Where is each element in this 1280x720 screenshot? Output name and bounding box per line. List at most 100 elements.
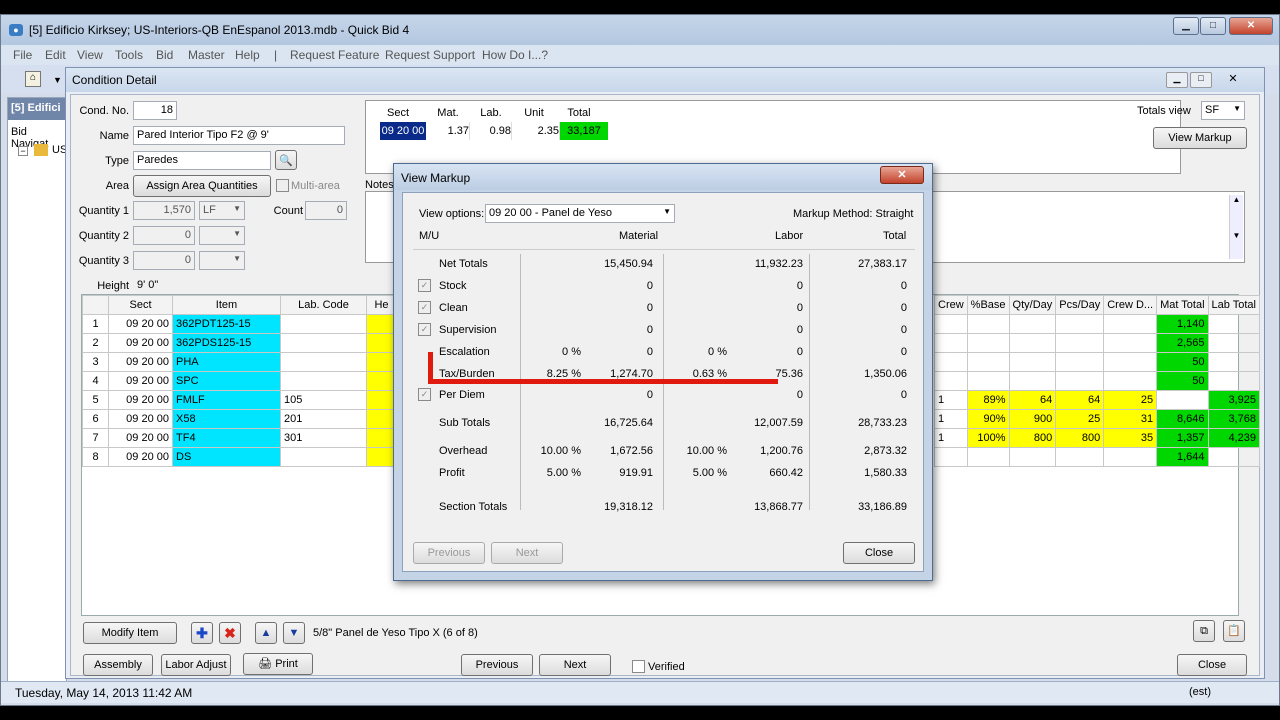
menu-edit[interactable]: Edit bbox=[45, 48, 66, 62]
grid-cell-right[interactable] bbox=[1103, 314, 1158, 334]
grid-cell-right[interactable]: 4,239 bbox=[1207, 428, 1260, 448]
print-button[interactable]: 🖨 Print bbox=[243, 653, 313, 675]
grid-cell-height[interactable] bbox=[366, 314, 397, 334]
grid-col-base[interactable]: %Base bbox=[966, 295, 1010, 315]
height-field[interactable]: 9' 0" bbox=[133, 276, 177, 295]
grid-cell-right[interactable]: 1,357 bbox=[1156, 428, 1209, 448]
count-field[interactable]: 0 bbox=[305, 201, 347, 220]
table-row[interactable]: 2,565 bbox=[934, 333, 1260, 353]
grid-cell-item[interactable]: SPC bbox=[172, 371, 281, 391]
view-options-select[interactable]: 09 20 00 - Panel de Yeso ▼ bbox=[485, 204, 675, 223]
assembly-button[interactable]: Assembly bbox=[83, 654, 153, 676]
maximize-child-button[interactable]: □ bbox=[1190, 72, 1212, 88]
grid-cell-item[interactable]: PHA bbox=[172, 352, 281, 372]
move-up-button[interactable]: ▲ bbox=[255, 622, 277, 644]
menu-view[interactable]: View bbox=[77, 48, 103, 62]
grid-cell-right[interactable]: 800 bbox=[1055, 428, 1105, 448]
grid-cell-right[interactable] bbox=[966, 447, 1010, 467]
maximize-button[interactable]: □ bbox=[1200, 17, 1226, 35]
grid-cell-right[interactable] bbox=[966, 333, 1010, 353]
grid-cell-right[interactable]: 1,140 bbox=[1156, 314, 1209, 334]
table-row[interactable]: 7 09 20 00 TF4 301 bbox=[82, 428, 397, 448]
quantity1-field[interactable]: 1,570 bbox=[133, 201, 195, 220]
table-row[interactable]: 2 09 20 00 362PDS125-15 bbox=[82, 333, 397, 353]
grid-cell-right[interactable] bbox=[1103, 447, 1158, 467]
grid-cell-labcode[interactable] bbox=[280, 371, 367, 391]
grid-cell-item[interactable]: DS bbox=[172, 447, 281, 467]
grid-cell-item[interactable]: 362PDT125-15 bbox=[172, 314, 281, 334]
grid-cell-right[interactable] bbox=[934, 447, 968, 467]
grid-cell-right[interactable]: 800 bbox=[1008, 428, 1057, 448]
grid-cell-right[interactable]: 1 bbox=[934, 390, 968, 410]
dropdown-arrow-icon[interactable]: ▼ bbox=[53, 75, 62, 85]
grid-cell-right[interactable] bbox=[1008, 447, 1057, 467]
grid-cell-height[interactable] bbox=[366, 371, 397, 391]
grid-cell-right[interactable] bbox=[1103, 371, 1158, 391]
menu-tools[interactable]: Tools bbox=[115, 48, 143, 62]
menu-master[interactable]: Master bbox=[188, 48, 225, 62]
grid-cell-labcode[interactable] bbox=[280, 333, 367, 353]
grid-cell-right[interactable]: 25 bbox=[1055, 409, 1105, 429]
grid-cell-right[interactable] bbox=[1055, 333, 1105, 353]
grid-cell-right[interactable]: 25 bbox=[1103, 390, 1158, 410]
markup-row-checkbox[interactable]: ✓ bbox=[418, 279, 431, 292]
cond-no-field[interactable]: 18 bbox=[133, 101, 177, 120]
grid-cell-right[interactable] bbox=[1156, 390, 1209, 410]
type-search-button[interactable]: 🔍 bbox=[275, 150, 297, 170]
grid-cell-right[interactable] bbox=[1207, 371, 1260, 391]
table-row[interactable]: 1 90% 900 25 31 8,646 3,768 bbox=[934, 409, 1260, 429]
grid-cell-right[interactable] bbox=[1008, 371, 1057, 391]
grid-cell-sect[interactable]: 09 20 00 bbox=[108, 352, 173, 372]
grid-cell-labcode[interactable]: 301 bbox=[280, 428, 367, 448]
grid-cell-right[interactable] bbox=[1055, 314, 1105, 334]
add-item-button[interactable]: ✚ bbox=[191, 622, 213, 644]
table-row[interactable]: 50 bbox=[934, 371, 1260, 391]
name-field[interactable]: Pared Interior Tipo F2 @ 9' bbox=[133, 126, 345, 145]
grid-cell-num[interactable]: 7 bbox=[82, 428, 109, 448]
grid-cell-right[interactable]: 50 bbox=[1156, 352, 1209, 372]
grid-cell-right[interactable] bbox=[934, 371, 968, 391]
labor-adjust-button[interactable]: Labor Adjust bbox=[161, 654, 231, 676]
grid-cell-num[interactable]: 1 bbox=[82, 314, 109, 334]
menu-request-support[interactable]: Request Support bbox=[385, 48, 475, 62]
grid-cell-height[interactable] bbox=[366, 390, 397, 410]
totals-view-select[interactable]: SF ▼ bbox=[1201, 101, 1245, 120]
grid-cell-labcode[interactable] bbox=[280, 447, 367, 467]
quantity1-unit-select[interactable]: LF ▼ bbox=[199, 201, 245, 220]
grid-cell-right[interactable]: 89% bbox=[966, 390, 1010, 410]
table-row[interactable]: 5 09 20 00 FMLF 105 bbox=[82, 390, 397, 410]
grid-cell-right[interactable] bbox=[1207, 333, 1260, 353]
menu-bid[interactable]: Bid bbox=[156, 48, 173, 62]
grid-cell-height[interactable] bbox=[366, 428, 397, 448]
grid-cell-num[interactable]: 8 bbox=[82, 447, 109, 467]
grid-cell-height[interactable] bbox=[366, 409, 397, 429]
grid-cell-right[interactable]: 1 bbox=[934, 409, 968, 429]
grid-cell-right[interactable]: 1 bbox=[934, 428, 968, 448]
grid-cell-right[interactable] bbox=[1055, 447, 1105, 467]
close-child-button[interactable]: ✕ bbox=[1222, 72, 1244, 88]
grid-cell-sect[interactable]: 09 20 00 bbox=[108, 333, 173, 353]
grid-cell-right[interactable]: 1,644 bbox=[1156, 447, 1209, 467]
grid-col-labcode[interactable]: Lab. Code bbox=[280, 295, 367, 315]
grid-cell-right[interactable] bbox=[934, 352, 968, 372]
type-field[interactable]: Paredes bbox=[133, 151, 271, 170]
markup-row-checkbox[interactable]: ✓ bbox=[418, 301, 431, 314]
delete-item-button[interactable]: ✖ bbox=[219, 622, 241, 644]
dialog-close-x-button[interactable]: ✕ bbox=[880, 166, 924, 184]
grid-col-labtotal[interactable]: Lab Total bbox=[1207, 295, 1260, 315]
grid-cell-sect[interactable]: 09 20 00 bbox=[108, 409, 173, 429]
markup-row-checkbox[interactable]: ✓ bbox=[418, 323, 431, 336]
table-row[interactable]: 6 09 20 00 X58 201 bbox=[82, 409, 397, 429]
grid-cell-right[interactable] bbox=[966, 352, 1010, 372]
grid-cell-right[interactable]: 2,565 bbox=[1156, 333, 1209, 353]
grid-cell-item[interactable]: X58 bbox=[172, 409, 281, 429]
grid-col-item[interactable]: Item bbox=[172, 295, 281, 315]
table-row[interactable]: 3 09 20 00 PHA bbox=[82, 352, 397, 372]
move-down-button[interactable]: ▼ bbox=[283, 622, 305, 644]
grid-cell-right[interactable] bbox=[1103, 333, 1158, 353]
modify-item-button[interactable]: Modify Item bbox=[83, 622, 177, 644]
grid-cell-item[interactable]: TF4 bbox=[172, 428, 281, 448]
markup-close-button[interactable]: Close bbox=[843, 542, 915, 564]
table-row[interactable]: 4 09 20 00 SPC bbox=[82, 371, 397, 391]
table-row[interactable]: 8 09 20 00 DS bbox=[82, 447, 397, 467]
